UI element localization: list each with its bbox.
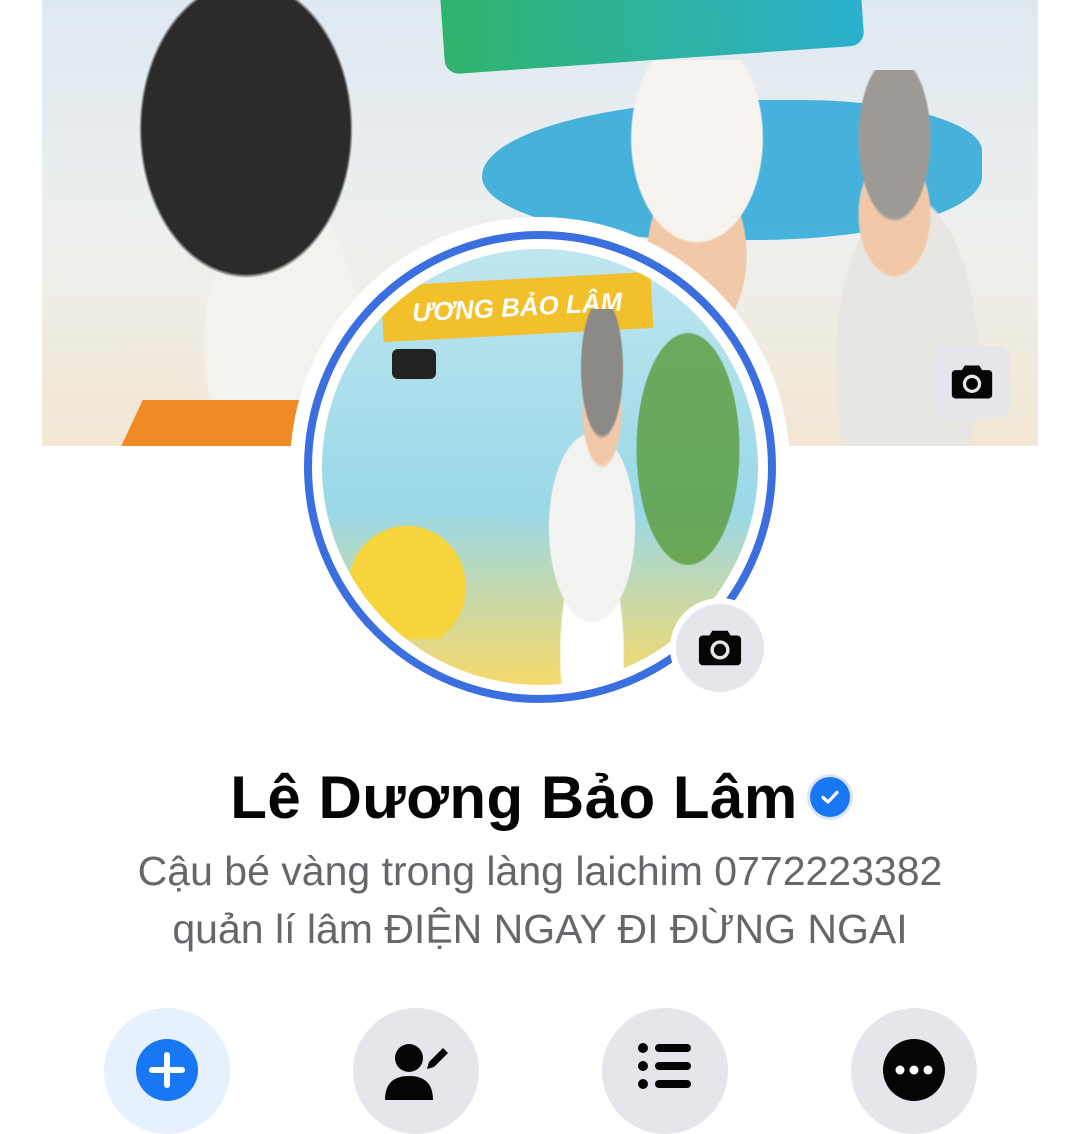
profile-bio: Cậu bé vàng trong làng laichim 077222338… xyxy=(0,842,1080,958)
camera-icon xyxy=(951,365,993,399)
profile-name: Lê Dương Bảo Lâm xyxy=(230,763,798,831)
edit-profile-button[interactable] xyxy=(353,1008,479,1134)
edit-avatar-button[interactable] xyxy=(676,604,764,692)
bio-line-1: Cậu bé vàng trong làng laichim 077222338… xyxy=(137,848,943,894)
avatar-person xyxy=(492,309,692,685)
profile-name-row: Lê Dương Bảo Lâm xyxy=(0,762,1080,832)
activity-log-button[interactable] xyxy=(602,1008,728,1134)
avatar-pineapple xyxy=(332,509,482,639)
more-dots-icon xyxy=(883,1039,945,1101)
edit-cover-photo-button[interactable] xyxy=(934,346,1010,418)
avatar-held-camera xyxy=(392,349,436,379)
list-icon xyxy=(638,1043,691,1089)
profile-actions xyxy=(0,1008,1080,1134)
edit-profile-icon xyxy=(385,1044,448,1100)
more-options-button[interactable] xyxy=(851,1008,977,1134)
add-story-button[interactable] xyxy=(104,1008,230,1134)
bio-line-2: quản lí lâm ĐIỆN NGAY ĐI ĐỪNG NGAI xyxy=(172,906,908,952)
verified-check-icon xyxy=(809,777,850,817)
plus-icon xyxy=(136,1039,198,1101)
camera-icon xyxy=(698,630,742,666)
